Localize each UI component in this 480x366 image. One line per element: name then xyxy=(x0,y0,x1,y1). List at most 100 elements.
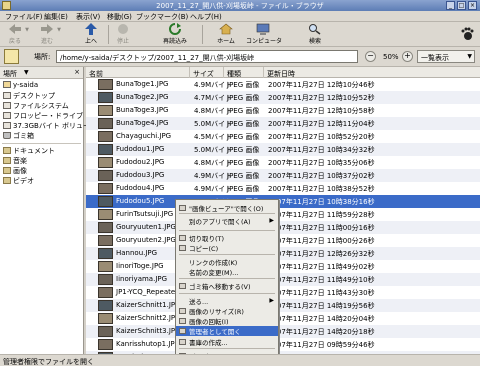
sidebar-item-videos[interactable]: ビデオ xyxy=(0,176,83,186)
file-row[interactable]: Fudodou5.JPG4.8MバイトJPEG 画像2007年11月27日 10… xyxy=(86,195,480,208)
file-row[interactable]: Kanrisshutop1.JPG4.9MバイトJPEG 画像2007年11月2… xyxy=(86,338,480,351)
column-header-name[interactable]: 名前 xyxy=(86,67,190,78)
up-button[interactable]: 上へ xyxy=(82,23,100,46)
sidebar-item-music[interactable]: 音楽 xyxy=(0,156,83,166)
file-row[interactable]: Hannou.JPG4.9MバイトJPEG 画像2007年11月27日 12時2… xyxy=(86,247,480,260)
view-mode-select[interactable]: 一覧表示 ▼ xyxy=(417,50,475,63)
status-bar: 管理者権限でファイルを開く xyxy=(0,354,480,366)
column-header-size[interactable]: サイズ xyxy=(190,67,224,78)
menu-help[interactable]: ヘルプ(H) xyxy=(190,12,222,22)
close-icon[interactable]: × xyxy=(74,68,80,76)
file-row[interactable]: IinoriToge.JPG4.9MバイトJPEG 画像2007年11月27日 … xyxy=(86,260,480,273)
home-folder-icon xyxy=(3,81,11,88)
file-row[interactable]: Fudodou2.JPG 4.8Mバイト JPEG 画像 2007年11月27日 10… xyxy=(86,156,480,169)
menu-view[interactable]: 表示(V) xyxy=(76,12,100,22)
menu-item-open-as-administrator[interactable]: 管理者として開く xyxy=(176,326,278,336)
menu-item-rename[interactable]: 名前の変更(M)... xyxy=(176,267,278,277)
menu-item-create-archive[interactable]: 書庫の作成... xyxy=(176,337,278,347)
menu-item-rotate-image[interactable]: 画像の回転(I) xyxy=(176,316,278,326)
location-toggle-icon[interactable] xyxy=(4,49,19,64)
file-row[interactable]: BunaToge4.JPG 5.0Mバイト JPEG 画像 2007年11月27日 1… xyxy=(86,117,480,130)
home-button[interactable]: ホーム xyxy=(214,23,238,46)
file-date: 2007年11月27日 14時20分18秒 xyxy=(268,328,375,336)
menu-item-send-to[interactable]: 送る... ▶ xyxy=(176,296,278,306)
file-row[interactable]: Chayaguchi.JPG 4.5Mバイト JPEG 画像 2007年11月27日 … xyxy=(86,130,480,143)
minimize-button[interactable]: _ xyxy=(446,1,455,10)
file-row[interactable]: KaizerSchnitt3.JPG4.9MバイトJPEG 画像2007年11月… xyxy=(86,325,480,338)
side-pane-header[interactable]: 場所 ▼ × xyxy=(0,67,83,79)
sidebar-item-filesystem[interactable]: ファイルシステム xyxy=(0,101,83,111)
maximize-button[interactable]: □ xyxy=(457,1,466,10)
column-header-type[interactable]: 種類 xyxy=(224,67,264,78)
file-row[interactable]: Iinoriyama.JPG4.9MバイトJPEG 画像2007年11月27日 … xyxy=(86,273,480,286)
reload-icon xyxy=(169,23,181,35)
file-date: 2007年11月27日 11時59分28秒 xyxy=(268,211,375,219)
image-thumbnail-icon xyxy=(98,248,113,259)
stop-button[interactable]: 停止 xyxy=(114,23,132,46)
search-button[interactable]: 検索 xyxy=(306,23,324,46)
file-row[interactable]: Gouryuuten1.JPG4.9MバイトJPEG 画像2007年11月27日… xyxy=(86,221,480,234)
close-button[interactable]: × xyxy=(468,1,477,10)
file-date: 2007年11月27日 11時49分10秒 xyxy=(268,276,375,284)
forward-button[interactable]: 進む ▼ xyxy=(38,23,61,46)
window-title: 2007_11_27_開八供-刈場坂峠 - ファイル・ブラウザ xyxy=(156,2,324,10)
file-date: 2007年11月27日 09時59分46秒 xyxy=(268,341,375,349)
menu-item-cut[interactable]: 切り取り(T) xyxy=(176,233,278,243)
file-row[interactable]: Fudodou1.JPG 5.0Mバイト JPEG 画像 2007年11月27日 10… xyxy=(86,143,480,156)
sidebar-item-volume[interactable]: 37.3GBバイト ボリューム xyxy=(0,121,97,131)
sidebar-item-trash[interactable]: ゴミ箱 xyxy=(0,131,83,141)
file-row[interactable]: FurinTsutsuji.JPG4.8MバイトJPEG 画像2007年11月2… xyxy=(86,208,480,221)
menu-item-resize-image[interactable]: 画像のリサイズ(R) xyxy=(176,306,278,316)
file-row[interactable]: BunaToge3.JPG 4.8Mバイト JPEG 画像 2007年11月27日 1… xyxy=(86,104,480,117)
folder-icon xyxy=(3,167,11,174)
harddisk-icon xyxy=(3,102,11,109)
image-thumbnail-icon xyxy=(98,183,113,194)
file-row[interactable]: BunaToge1.JPG 4.9Mバイト JPEG 画像 2007年11月27日 1… xyxy=(86,78,480,91)
menu-item-copy[interactable]: コピー(C) xyxy=(176,243,278,253)
file-type: JPEG 画像 xyxy=(227,133,260,141)
back-dropdown-icon[interactable]: ▼ xyxy=(25,27,29,33)
menu-file[interactable]: ファイル(F) xyxy=(5,12,43,22)
file-row[interactable]: BunaToge2.JPG 4.7Mバイト JPEG 画像 2007年11月27日 1… xyxy=(86,91,480,104)
location-input[interactable]: /home/y-saida/デスクトップ/2007_11_27_開八供-刈場坂峠 xyxy=(56,50,358,63)
file-type: JPEG 画像 xyxy=(227,120,260,128)
menu-edit[interactable]: 編集(E) xyxy=(44,12,68,22)
menu-item-open-with-other-app[interactable]: 別のアプリで開く(A) ▶ xyxy=(176,216,278,226)
file-row[interactable]: Gouryuuten2.JPG4.9MバイトJPEG 画像2007年11月27日… xyxy=(86,234,480,247)
menu-separator xyxy=(179,278,275,279)
back-button[interactable]: 戻る ▼ xyxy=(6,23,29,46)
file-date: 2007年11月27日 12時10分52秒 xyxy=(268,94,375,102)
menu-item-open-with-image-viewer[interactable]: "画像ビューア"で開く(O) xyxy=(176,203,278,213)
sidebar-item-home[interactable]: y-saida xyxy=(0,81,83,91)
zoom-out-button[interactable]: − xyxy=(365,51,376,62)
menu-item-make-link[interactable]: リンクの作成(K) xyxy=(176,257,278,267)
file-type: JPEG 画像 xyxy=(227,172,260,180)
sidebar-item-desktop[interactable]: デスクトップ xyxy=(0,91,83,101)
computer-button[interactable]: コンピュータ xyxy=(246,23,282,46)
zoom-level[interactable]: 50% xyxy=(383,53,399,61)
sidebar-item-pictures[interactable]: 画像 xyxy=(0,166,83,176)
sidebar-item-documents[interactable]: ドキュメント xyxy=(0,146,83,156)
reload-button[interactable]: 再読込み xyxy=(160,23,190,46)
file-date: 2007年11月27日 10時38分52秒 xyxy=(268,185,375,193)
toolbar: 戻る ▼ 進む ▼ 上へ 停止 再読込み ホーム コンピュータ 検索 xyxy=(0,22,480,47)
file-row[interactable]: JP1-YCQ_Repeater4.9MバイトJPEG 画像2007年11月27… xyxy=(86,286,480,299)
desktop-icon xyxy=(3,92,11,99)
sidebar-item-floppy[interactable]: フロッピー・ドライブ xyxy=(0,111,83,121)
menu-separator xyxy=(179,254,275,255)
forward-dropdown-icon[interactable]: ▼ xyxy=(57,27,61,33)
file-name: BunaToge4.JPG xyxy=(116,119,169,127)
menu-go[interactable]: 移動(G) xyxy=(107,12,132,22)
image-thumbnail-icon xyxy=(98,222,113,233)
menu-bookmarks[interactable]: ブックマーク(B) xyxy=(136,12,188,22)
file-name: Kanrisshutop1.JPG xyxy=(116,340,181,348)
image-thumbnail-icon xyxy=(98,339,113,350)
file-row[interactable]: Fudodou3.JPG 4.9Mバイト JPEG 画像 2007年11月27日 10… xyxy=(86,169,480,182)
file-type: JPEG 画像 xyxy=(227,185,260,193)
file-row[interactable]: KaizerSchnitt1.JPG4.9MバイトJPEG 画像2007年11月… xyxy=(86,299,480,312)
file-row[interactable]: KaizerSchnitt2.JPG4.9MバイトJPEG 画像2007年11月… xyxy=(86,312,480,325)
zoom-in-button[interactable]: + xyxy=(402,51,413,62)
column-header-date[interactable]: 更新日時 xyxy=(264,67,480,78)
file-row[interactable]: Fudodou4.JPG 4.9Mバイト JPEG 画像 2007年11月27日 10… xyxy=(86,182,480,195)
menu-item-move-to-trash[interactable]: ゴミ箱へ移動する(V) xyxy=(176,281,278,291)
